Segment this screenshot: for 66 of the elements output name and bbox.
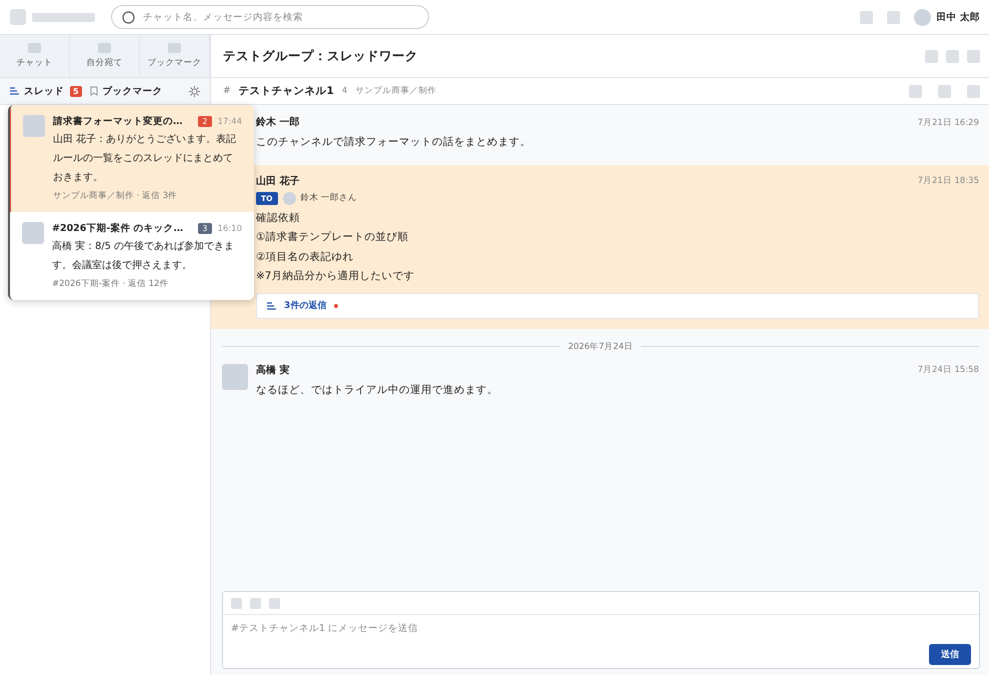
- format-icon[interactable]: [250, 598, 261, 608]
- message-text: ※7月納品分から適用したいです: [256, 269, 416, 284]
- search-field[interactable]: チャット名、メッセージ内容を検索: [111, 5, 429, 29]
- nav-tab[interactable]: チャット: [0, 35, 70, 77]
- thread-item[interactable]: #2026下期-案件 のキック… 3 16:10 高橋 実：8/5 の午後であれば参加できます。会議室は後で押さえます。 #2026下期-案件 · 返信 12件: [10, 212, 254, 300]
- logo-icon: [10, 9, 26, 25]
- author-name: 高橋 実: [256, 364, 290, 376]
- thread-title: #2026下期-案件 のキック…: [52, 222, 184, 235]
- avatar-icon: [222, 364, 248, 390]
- chat-title: テストグループ：スレッドワーク: [223, 48, 418, 64]
- settings-icon[interactable]: [189, 86, 200, 96]
- nav-tab[interactable]: ブックマーク: [140, 35, 210, 77]
- member-count: 4: [342, 86, 348, 96]
- author-name: 鈴木 一郎: [256, 116, 300, 129]
- unread-count: 3: [198, 223, 212, 234]
- message-time: 7月21日 16:29: [918, 116, 979, 128]
- toolbar-icon[interactable]: [909, 84, 922, 98]
- thread-preview: 高橋 実：8/5 の午後であれば参加できます。会議室は後で押さえます。: [52, 240, 235, 273]
- user-name[interactable]: 田中 太郎: [936, 10, 980, 24]
- message-text: なるほど、ではトライアル中の運用で進めます。: [256, 382, 499, 398]
- sub-tab[interactable]: スレッド 5: [10, 84, 82, 98]
- message-text: 確認依頼: [256, 210, 301, 226]
- thread-meta: サンプル商事／制作 · 返信 3件: [53, 190, 178, 202]
- avatar-icon: [22, 222, 44, 244]
- message-text: このチャンネルで請求フォーマットの話をまとめます。: [256, 135, 532, 150]
- nav-tab[interactable]: 自分宛て: [70, 35, 140, 77]
- toolbar-icon[interactable]: [967, 50, 980, 62]
- logo-placeholder: [32, 12, 95, 22]
- sub-tab[interactable]: ブックマーク: [90, 84, 163, 98]
- replies-link[interactable]: 3件の返信: [256, 292, 979, 318]
- mention-name: 鈴木 一郎さん: [300, 192, 358, 204]
- avatar-icon: [23, 115, 45, 137]
- channel-org: サンプル商事／制作: [355, 85, 436, 97]
- channel-name: テストチャンネル1: [238, 84, 334, 98]
- thread-icon: [10, 87, 19, 95]
- thread-icon: [267, 302, 276, 310]
- thread-time: 17:44: [218, 116, 242, 126]
- thread-time: 16:10: [218, 224, 242, 234]
- toolbar-icon[interactable]: [967, 84, 980, 98]
- thread-title: 請求書フォーマット変更の…: [53, 115, 184, 128]
- avatar-icon: [282, 192, 296, 204]
- toolbar-icon[interactable]: [886, 10, 900, 24]
- thread-preview: 山田 花子：ありがとうございます。表記ルールの一覧をこのスレッドにまとめておきます。: [53, 132, 238, 185]
- channel-hash: #: [223, 86, 231, 96]
- message-input[interactable]: #テストチャンネル1 にメッセージを送信: [223, 615, 979, 644]
- search-icon: [122, 10, 135, 24]
- message-text: ②項目名の表記ゆれ: [256, 250, 354, 264]
- author-name: 山田 花子: [256, 174, 300, 188]
- message-time: 7月21日 18:35: [918, 175, 979, 187]
- toolbar-icon[interactable]: [925, 50, 938, 62]
- avatar-icon[interactable]: [914, 8, 931, 26]
- send-button[interactable]: 送信: [929, 644, 971, 665]
- date-separator: 2026年7月24日: [568, 340, 633, 352]
- format-icon[interactable]: [269, 598, 280, 608]
- unread-count: 2: [198, 116, 212, 127]
- message-time: 7月24日 15:58: [918, 364, 979, 376]
- bookmark-icon: [90, 86, 98, 96]
- message-text: ①請求書テンプレートの並び順: [256, 230, 410, 245]
- toolbar-icon[interactable]: [946, 50, 959, 62]
- format-icon[interactable]: [231, 598, 242, 608]
- search-input[interactable]: チャット名、メッセージ内容を検索: [141, 10, 418, 24]
- toolbar-icon[interactable]: [938, 84, 951, 98]
- toolbar-icon[interactable]: [860, 10, 873, 24]
- thread-item[interactable]: 請求書フォーマット変更の… 2 17:44 山田 花子：ありがとうございます。表記ルールの一覧をこのスレッドにまとめておきます。 サンプル商事／制作 · 返信 3件: [10, 105, 254, 212]
- thread-meta: #2026下期-案件 · 返信 12件: [52, 278, 170, 290]
- message-composer[interactable]: #テストチャンネル1 にメッセージを送信 送信: [222, 591, 980, 669]
